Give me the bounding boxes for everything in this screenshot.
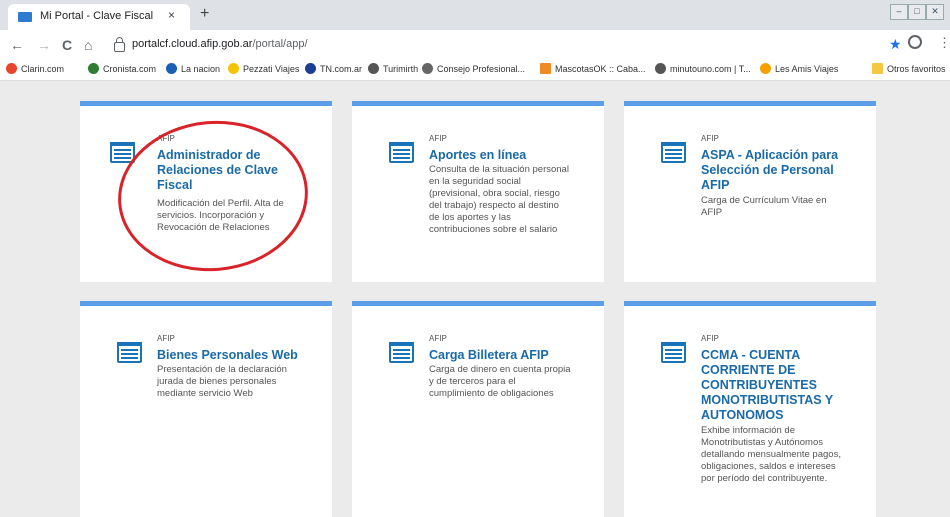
tab-close-icon[interactable]: × [168,8,175,22]
pezzati-icon [228,63,239,74]
url-domain: portalcf.cloud.afip.gob.ar [132,38,253,50]
service-title: Carga Billetera AFIP [429,348,549,362]
service-title: Bienes Personales Web [157,348,298,362]
browser-toolbar: ← → C ⌂ portalcf.cloud.afip.gob.ar/porta… [0,30,950,60]
bookmarks-bar: Clarin.com Cronista.com La nacion Pezzat… [0,60,950,81]
bookmark-item[interactable]: Pezzati Viajes [228,63,299,74]
bookmark-item[interactable]: TN.com.ar [305,63,362,74]
back-button[interactable]: ← [10,37,24,53]
forward-button[interactable]: → [37,37,51,53]
bookmark-star-icon[interactable]: ★ [889,36,902,53]
service-title: ASPA - Aplicación para Selección de Pers… [701,148,839,192]
les-amis-icon [760,63,771,74]
bookmark-item[interactable]: Turimirth [368,63,418,74]
service-list-icon [389,142,414,163]
service-list-icon [389,342,414,363]
folder-icon [872,63,883,74]
bookmark-item[interactable]: Cronista.com [88,63,156,74]
minimize-button[interactable]: ‒ [890,4,908,20]
service-list-icon [117,342,142,363]
menu-kebab-icon[interactable]: ⋮ [938,35,950,51]
la-nacion-icon [166,63,177,74]
bookmark-item[interactable]: Les Amis Viajes [760,63,838,74]
service-description: Presentación de la declaración jurada de… [157,364,287,399]
bookmark-item[interactable]: MascotasOK :: Caba... [540,63,646,74]
service-title: Aportes en línea [429,148,527,162]
service-description: Carga de dinero en cuenta propia y de te… [429,364,571,399]
service-card-aspa[interactable]: AFIP ASPA - Aplicación para Selección de… [624,101,876,282]
service-description: Exhibe información de Monotributistas y … [701,425,841,484]
url-path: /portal/app/ [252,38,308,50]
service-title: CCMA - CUENTA CORRIENTE DE CONTRIBUYENTE… [701,348,834,422]
window-controls: ‒ □ ✕ [890,4,944,20]
service-org: AFIP [701,334,719,343]
service-org: AFIP [429,334,447,343]
afip-favicon-icon [18,12,32,22]
globe-icon [655,63,666,74]
profile-icon[interactable] [908,35,922,49]
bookmark-item[interactable]: La nacion [166,63,220,74]
tab-bar: Mi Portal - Clave Fiscal × + ‒ □ ✕ [0,0,950,30]
cronista-icon [88,63,99,74]
globe-icon [368,63,379,74]
service-list-icon [661,342,686,363]
service-card-ccma[interactable]: AFIP CCMA - CUENTA CORRIENTE DE CONTRIBU… [624,301,876,517]
new-tab-button[interactable]: + [200,6,209,22]
bookmark-item[interactable]: Consejo Profesional... [422,63,525,74]
service-card-bienes-personales[interactable]: AFIP Bienes Personales Web Presentación … [80,301,332,517]
lock-icon [114,37,125,52]
clarin-icon [6,63,17,74]
service-org: AFIP [701,134,719,143]
address-bar[interactable]: portalcf.cloud.afip.gob.ar/portal/app/ [110,35,880,55]
service-org: AFIP [429,134,447,143]
tab-mi-portal[interactable]: Mi Portal - Clave Fiscal × [8,4,190,30]
service-card-aportes-en-linea[interactable]: AFIP Aportes en línea Consulta de la sit… [352,101,604,282]
service-description: Consulta de la situación personal en la … [429,164,569,235]
service-list-icon [661,142,686,163]
home-button[interactable]: ⌂ [84,37,92,53]
service-card-carga-billetera[interactable]: AFIP Carga Billetera AFIP Carga de diner… [352,301,604,517]
url-text: portalcf.cloud.afip.gob.ar/portal/app/ [132,38,308,50]
close-window-button[interactable]: ✕ [926,4,944,20]
reload-button[interactable]: C [62,37,72,53]
bookmark-item[interactable]: minutouno.com | T... [655,63,751,74]
bookmark-item[interactable]: Clarin.com [6,63,64,74]
service-description: Carga de Currículum Vitae en AFIP [701,195,827,218]
maximize-button[interactable]: □ [908,4,926,20]
bookmark-folder[interactable]: Otros favoritos [872,63,946,74]
consejo-icon [422,63,433,74]
tab-title: Mi Portal - Clave Fiscal [40,10,154,22]
service-org: AFIP [157,334,175,343]
mascotas-icon [540,63,551,74]
tn-icon [305,63,316,74]
